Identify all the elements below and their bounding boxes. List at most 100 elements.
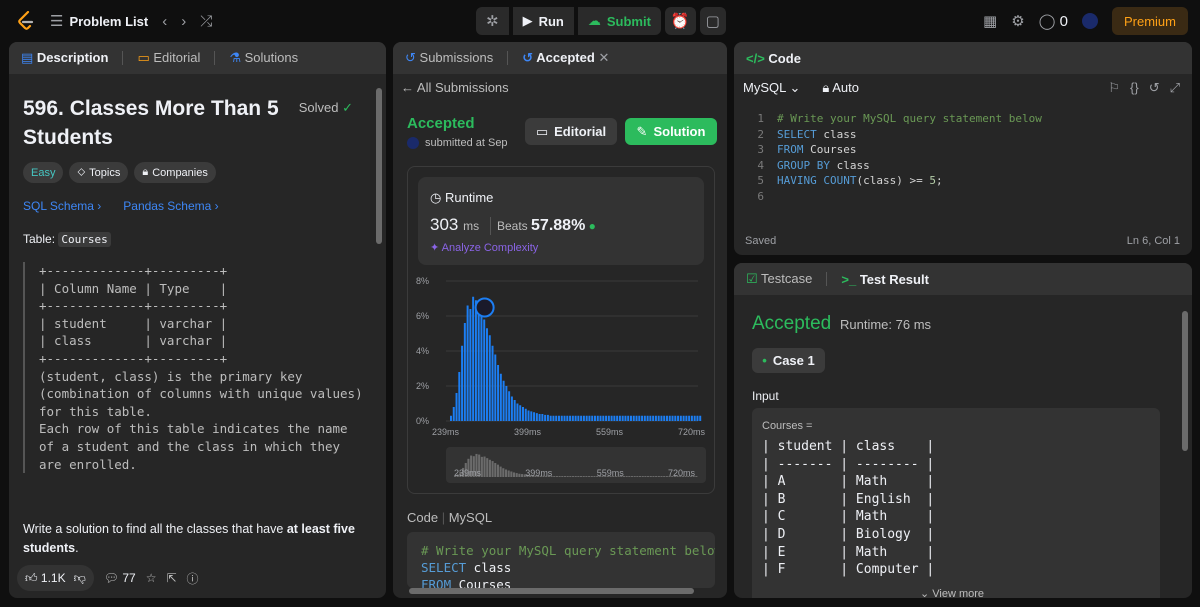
debug-button[interactable]: ✲ <box>476 7 509 35</box>
auto-mode-toggle[interactable]: 🔒︎ Auto <box>822 80 859 96</box>
star-icon[interactable]: ☆ <box>146 571 157 585</box>
thumbs-down-icon[interactable]: 👎︎ <box>74 571 86 586</box>
test-scrollbar[interactable] <box>1182 311 1188 451</box>
histogram-bar[interactable] <box>546 414 549 422</box>
histogram-bar[interactable] <box>502 380 505 421</box>
shuffle-icon[interactable]: ⤮ <box>200 13 212 30</box>
histogram-bar[interactable] <box>685 415 688 421</box>
layout-icon[interactable]: ▦ <box>983 12 997 30</box>
histogram-bar[interactable] <box>660 415 663 421</box>
histogram-bar[interactable] <box>466 305 469 422</box>
histogram-bar[interactable] <box>538 414 541 421</box>
histogram-bar[interactable] <box>596 415 599 421</box>
view-more-button[interactable]: ⌄ View more <box>920 587 984 598</box>
histogram-bar[interactable] <box>594 415 596 421</box>
histogram-bar[interactable] <box>599 415 602 421</box>
editorial-button[interactable]: ▭ Editorial <box>525 118 617 145</box>
histogram-bar[interactable] <box>646 415 649 421</box>
histogram-bar[interactable] <box>508 391 511 421</box>
leetcode-logo-icon[interactable] <box>16 10 36 32</box>
histogram-bar[interactable] <box>632 415 635 421</box>
histogram-bar[interactable] <box>522 407 524 421</box>
histogram-bar[interactable] <box>566 415 569 421</box>
submit-button[interactable]: ☁ Submit <box>577 7 661 35</box>
histogram-bar[interactable] <box>524 408 527 421</box>
histogram-bar[interactable] <box>591 415 594 421</box>
histogram-bar[interactable] <box>530 411 533 422</box>
histogram-bar[interactable] <box>463 323 466 421</box>
histogram-bar[interactable] <box>549 415 552 421</box>
premium-button[interactable]: Premium <box>1111 7 1188 35</box>
histogram-bar[interactable] <box>688 415 691 421</box>
analyze-complexity-link[interactable]: ✦ Analyze Complexity <box>430 241 538 254</box>
histogram-bar[interactable] <box>477 312 480 422</box>
help-icon[interactable]: ⓘ <box>187 570 199 587</box>
topics-tag[interactable]: ⬦ Topics <box>69 162 129 183</box>
bookmark-icon[interactable]: ⚐ <box>1108 80 1120 96</box>
histogram-bar[interactable] <box>461 345 464 421</box>
histogram-bar[interactable] <box>696 415 699 421</box>
next-problem-icon[interactable]: › <box>181 13 186 30</box>
histogram-bar[interactable] <box>560 415 563 421</box>
histogram-bar[interactable] <box>458 372 461 421</box>
histogram-bar[interactable] <box>563 415 566 421</box>
histogram-bar[interactable] <box>505 386 508 421</box>
histogram-bar[interactable] <box>654 415 657 421</box>
histogram-bar[interactable] <box>693 415 696 421</box>
histogram-bar[interactable] <box>649 415 652 421</box>
prev-problem-icon[interactable]: ‹ <box>162 13 167 30</box>
scrollbar-thumb[interactable] <box>409 588 694 594</box>
histogram-bar[interactable] <box>699 415 702 421</box>
runtime-range-slider[interactable]: 239ms 399ms 559ms 720ms <box>446 447 706 483</box>
histogram-bar[interactable] <box>469 309 472 421</box>
histogram-bar[interactable] <box>679 415 682 421</box>
runtime-summary[interactable]: ◷ Runtime 303 ms Beats 57.88% ● ✦ Analyz… <box>418 177 704 265</box>
histogram-bar[interactable] <box>621 415 624 421</box>
histogram-bar[interactable] <box>627 415 630 421</box>
tab-description[interactable]: ▤ Description <box>21 50 108 66</box>
format-braces-icon[interactable]: {} <box>1130 80 1139 96</box>
histogram-bar[interactable] <box>450 415 452 421</box>
like-button[interactable]: 👍︎ 1.1K <box>25 571 66 586</box>
histogram-bar[interactable] <box>499 373 502 421</box>
histogram-bar[interactable] <box>674 415 677 421</box>
code-editor[interactable]: 1 # Write your MySQL query statement belo… <box>734 108 1192 218</box>
histogram-bar[interactable] <box>452 407 455 421</box>
histogram-bar[interactable] <box>641 415 644 421</box>
difficulty-tag[interactable]: Easy <box>23 162 64 183</box>
histogram-bar[interactable] <box>677 415 680 421</box>
histogram-bar[interactable] <box>513 400 516 421</box>
tab-solutions[interactable]: ⚗ Solutions <box>229 50 298 66</box>
histogram-bar[interactable] <box>605 415 608 421</box>
histogram-bar[interactable] <box>630 415 632 421</box>
histogram-bar[interactable] <box>455 393 458 421</box>
tab-test-result[interactable]: >_ Test Result <box>841 272 929 287</box>
histogram-bar[interactable] <box>657 415 660 421</box>
horizontal-scrollbar[interactable] <box>397 587 723 595</box>
language-select[interactable]: MySQL ⌄ <box>743 80 800 96</box>
solution-button[interactable]: ✎ Solution <box>625 118 717 145</box>
histogram-bar[interactable] <box>555 415 558 421</box>
histogram-bar[interactable] <box>668 415 671 421</box>
avatar[interactable] <box>1081 13 1098 29</box>
histogram-bar[interactable] <box>486 328 488 421</box>
histogram-bar[interactable] <box>519 405 522 421</box>
histogram-bar[interactable] <box>474 300 477 421</box>
histogram-bar[interactable] <box>663 415 666 421</box>
run-button[interactable]: ▶ Run <box>512 7 574 35</box>
histogram-bar[interactable] <box>643 415 646 421</box>
histogram-bar[interactable] <box>624 415 627 421</box>
tab-accepted[interactable]: ↺ Accepted ✕ <box>522 50 609 66</box>
pandas-schema-link[interactable]: Pandas Schema › <box>123 199 218 213</box>
histogram-bar[interactable] <box>571 415 574 421</box>
histogram-bar[interactable] <box>541 414 544 421</box>
all-submissions-link[interactable]: ← All Submissions <box>401 80 509 95</box>
histogram-bar[interactable] <box>582 415 585 421</box>
runtime-distribution-chart[interactable]: 8% 6% 4% 2% 0%239ms 399ms 559ms 720ms <box>408 271 716 441</box>
sql-schema-link[interactable]: SQL Schema › <box>23 199 101 213</box>
histogram-bar[interactable] <box>585 415 588 421</box>
histogram-bar[interactable] <box>488 335 491 421</box>
histogram-bar[interactable] <box>580 415 583 421</box>
tab-editorial[interactable]: ▭ Editorial <box>137 50 200 66</box>
companies-tag[interactable]: 🔒︎ Companies <box>134 162 216 183</box>
